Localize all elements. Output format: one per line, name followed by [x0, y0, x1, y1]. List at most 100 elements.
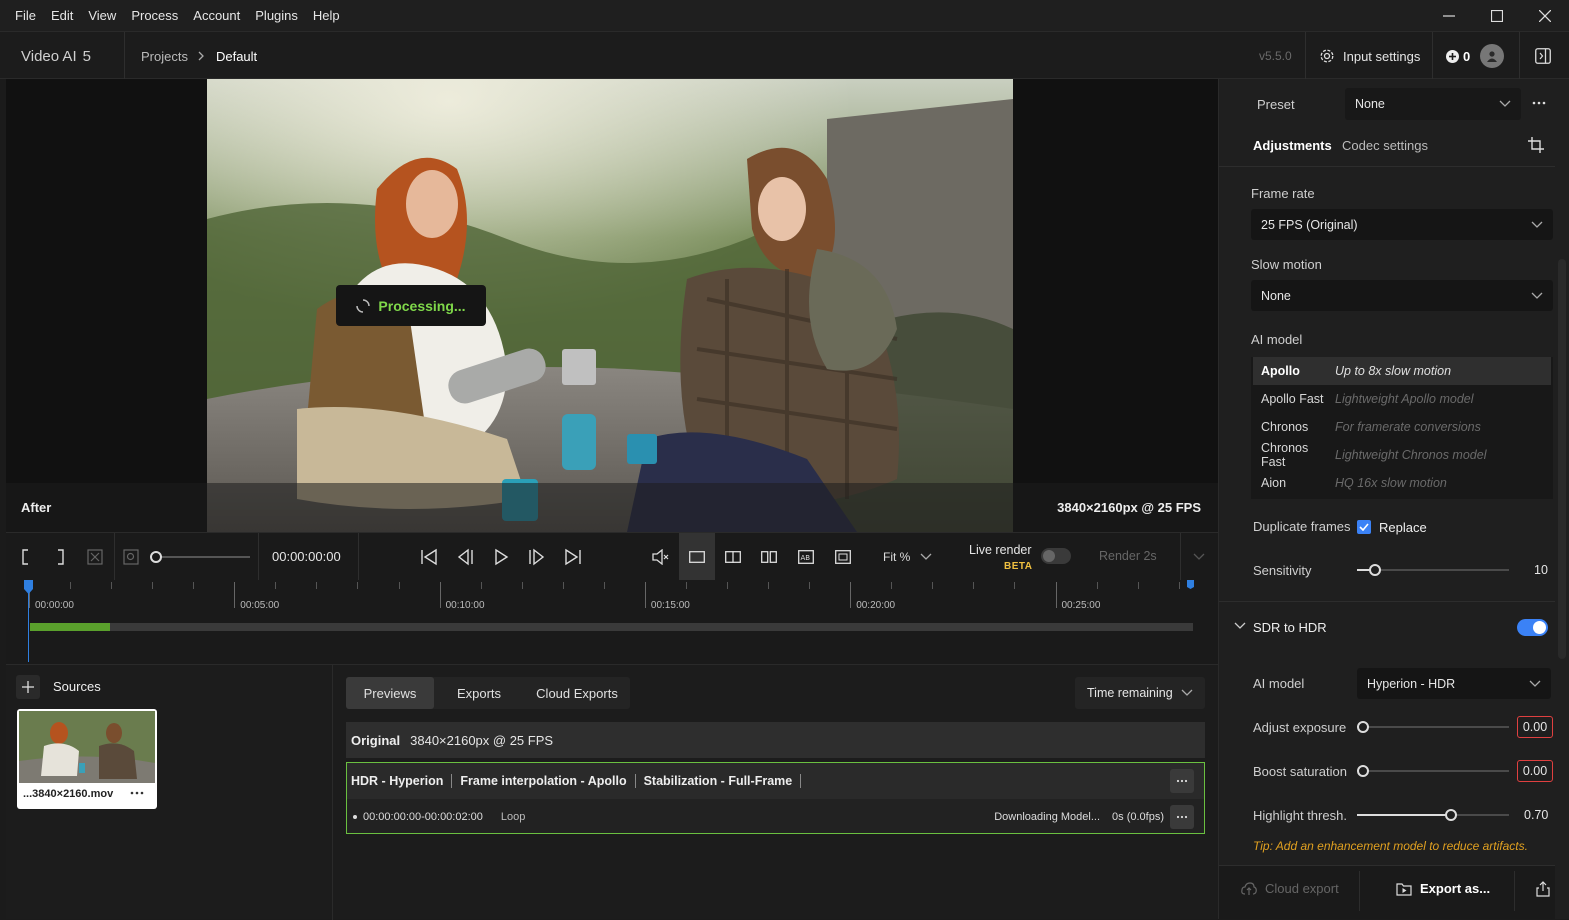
more-icon — [130, 791, 144, 795]
cloud-export-button[interactable]: Cloud export — [1241, 881, 1339, 896]
preset-more-button[interactable] — [1532, 101, 1546, 105]
saturation-slider[interactable] — [1363, 770, 1509, 772]
out-marker-icon — [1187, 580, 1194, 589]
exposure-value[interactable]: 0.00 — [1517, 716, 1553, 738]
timeline-track[interactable] — [30, 623, 1193, 631]
next-frame-button[interactable] — [525, 545, 549, 569]
menu-edit[interactable]: Edit — [45, 8, 79, 23]
tab-adjustments[interactable]: Adjustments — [1253, 138, 1332, 153]
job-loop[interactable]: Loop — [501, 811, 525, 823]
prev-frame-button[interactable] — [453, 545, 477, 569]
timeline-minor-tick — [1137, 582, 1139, 589]
replace-checkbox[interactable] — [1357, 520, 1371, 534]
panel-toggle-icon — [1535, 48, 1551, 64]
model-apollo[interactable]: Apollo Up to 8x slow motion — [1253, 357, 1551, 385]
out-marker[interactable] — [1187, 580, 1194, 589]
zoom-slider[interactable] — [156, 556, 250, 558]
replace-label: Replace — [1379, 520, 1427, 535]
zoom-timeline-button[interactable] — [119, 545, 143, 569]
export-as-button[interactable]: Export as... — [1396, 881, 1490, 896]
sensitivity-knob[interactable] — [1369, 564, 1381, 576]
skip-end-icon — [565, 548, 581, 566]
highlight-knob[interactable] — [1445, 809, 1457, 821]
job-header: HDR - Hyperion Frame interpolation - Apo… — [347, 763, 1204, 799]
job-part-hdr: HDR - Hyperion — [351, 774, 444, 788]
skip-start-button[interactable] — [417, 545, 441, 569]
sources-panel: Sources ...3840×2160.mov — [6, 665, 333, 920]
menu-process[interactable]: Process — [125, 8, 184, 23]
zoom-fit-select[interactable]: Fit % — [883, 533, 932, 581]
toggle-panel-button[interactable] — [1535, 48, 1551, 64]
export-as-label: Export as... — [1420, 881, 1491, 896]
original-row[interactable]: Original 3840×2160px @ 25 FPS — [346, 722, 1205, 758]
view-fullscreen-button[interactable] — [831, 545, 855, 569]
job-details-more-button[interactable] — [1170, 805, 1194, 829]
exposure-slider[interactable] — [1363, 726, 1509, 728]
slow-motion-select[interactable]: None — [1251, 280, 1553, 311]
menu-file[interactable]: File — [9, 8, 42, 23]
model-aion[interactable]: Aion HQ 16x slow motion — [1253, 469, 1551, 497]
render-options-button[interactable] — [1193, 553, 1205, 561]
exposure-knob[interactable] — [1357, 721, 1369, 733]
model-apollo-fast[interactable]: Apollo Fast Lightweight Apollo model — [1253, 385, 1551, 413]
preview-job-card[interactable]: HDR - Hyperion Frame interpolation - Apo… — [346, 762, 1205, 834]
sdr-hdr-collapse[interactable] — [1234, 622, 1246, 630]
tab-previews[interactable]: Previews — [346, 677, 434, 709]
source-item[interactable]: ...3840×2160.mov — [17, 709, 157, 809]
zoom-slider-knob[interactable] — [150, 551, 162, 563]
after-label: After — [21, 500, 52, 515]
mute-button[interactable] — [649, 545, 673, 569]
view-single-button[interactable] — [679, 533, 715, 581]
job-more-button[interactable] — [1170, 769, 1194, 793]
minimize-button[interactable] — [1425, 0, 1473, 31]
panel-scrollbar[interactable] — [1558, 259, 1566, 659]
crop-button[interactable] — [1528, 137, 1544, 153]
model-chronos-fast[interactable]: Chronos Fast Lightweight Chronos model — [1253, 441, 1551, 469]
tab-exports[interactable]: Exports — [444, 677, 514, 709]
menu-account[interactable]: Account — [187, 8, 246, 23]
frame-rate-select[interactable]: 25 FPS (Original) — [1251, 209, 1553, 240]
input-settings-button[interactable]: Input settings — [1319, 32, 1420, 80]
timeline-minor-tick — [1096, 582, 1098, 589]
view-side-by-side-button[interactable] — [757, 545, 781, 569]
model-chronos[interactable]: Chronos For framerate conversions — [1253, 413, 1551, 441]
saturation-value[interactable]: 0.00 — [1517, 760, 1553, 782]
video-viewer[interactable]: Processing... After 3840×2160px @ 25 FPS — [6, 79, 1218, 532]
view-split-button[interactable] — [721, 545, 745, 569]
add-source-button[interactable] — [16, 675, 40, 699]
close-icon — [1539, 9, 1551, 22]
menu-view[interactable]: View — [82, 8, 122, 23]
highlight-slider[interactable] — [1357, 814, 1509, 816]
source-more-button[interactable] — [130, 791, 144, 795]
render-button[interactable]: Render 2s — [1099, 549, 1157, 563]
cloud-export-label: Cloud export — [1265, 881, 1339, 896]
playhead-handle[interactable] — [24, 580, 33, 594]
timeline[interactable]: 00:00:00 00:05:00 00:10:00 00:15:00 00:20:00… — [6, 580, 1218, 664]
tab-cloud-exports[interactable]: Cloud Exports — [526, 677, 628, 709]
play-button[interactable] — [489, 545, 513, 569]
saturation-knob[interactable] — [1357, 765, 1369, 777]
mark-out-button[interactable] — [48, 545, 72, 569]
timecode[interactable]: 00:00:00:00 — [272, 549, 341, 564]
timeline-minor-tick — [521, 582, 523, 589]
live-render-toggle[interactable] — [1041, 548, 1071, 564]
avatar[interactable] — [1480, 44, 1504, 68]
sdr-hdr-toggle[interactable] — [1517, 619, 1548, 636]
view-compare-button[interactable]: AB — [794, 545, 818, 569]
hdr-model-select[interactable]: Hyperion - HDR — [1357, 668, 1551, 699]
maximize-button[interactable] — [1473, 0, 1521, 31]
mark-in-button[interactable] — [14, 545, 38, 569]
close-button[interactable] — [1521, 0, 1569, 31]
preset-select[interactable]: None — [1345, 88, 1521, 120]
clear-marks-button[interactable] — [83, 545, 107, 569]
menu-help[interactable]: Help — [307, 8, 346, 23]
hdr-model-value: Hyperion - HDR — [1367, 676, 1456, 691]
share-button[interactable] — [1536, 881, 1550, 897]
breadcrumb-projects[interactable]: Projects — [141, 49, 188, 64]
credits-badge[interactable]: 0 — [1446, 32, 1470, 80]
tab-codec-settings[interactable]: Codec settings — [1342, 138, 1428, 153]
menu-plugins[interactable]: Plugins — [249, 8, 304, 23]
skip-end-button[interactable] — [561, 545, 585, 569]
original-label: Original — [351, 732, 401, 748]
sort-select[interactable]: Time remaining — [1075, 677, 1205, 709]
